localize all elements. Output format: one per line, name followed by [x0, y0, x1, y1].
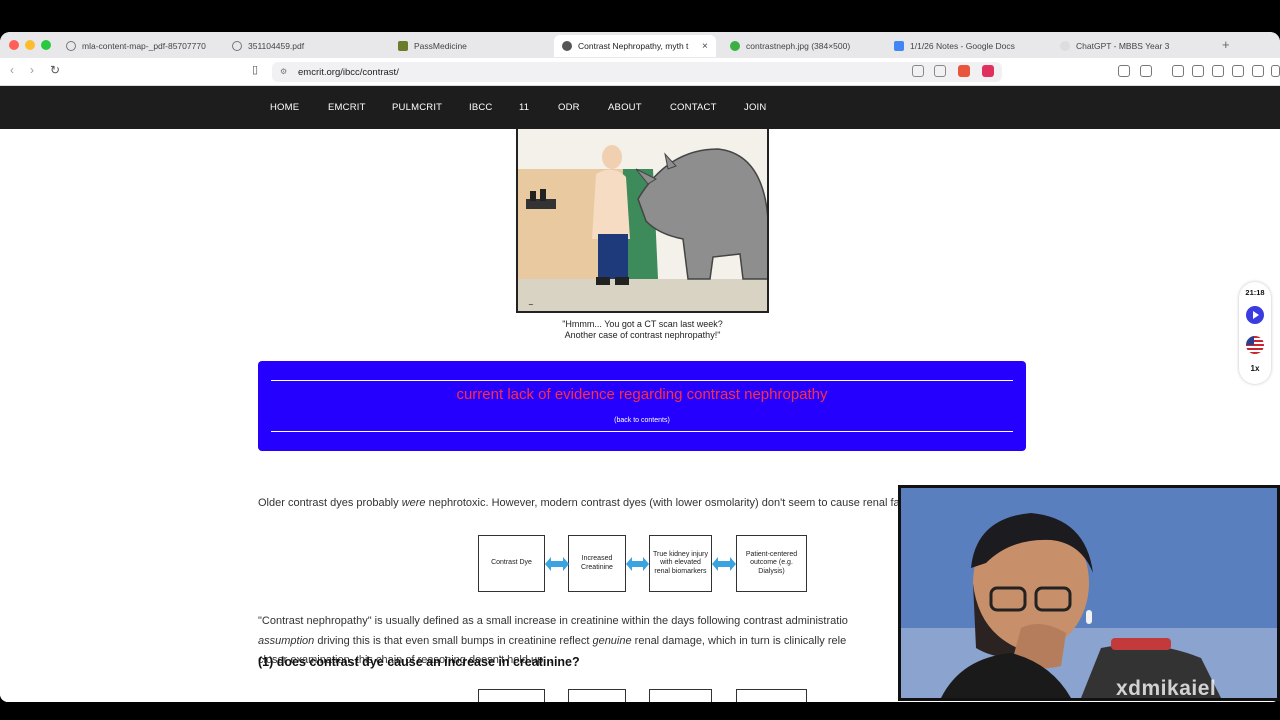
- body-emphasis-genuine: genuine: [592, 634, 632, 647]
- tab-passmedicine[interactable]: PassMedicine: [390, 35, 550, 57]
- emcrit-icon: [562, 41, 572, 51]
- screenshot-icon[interactable]: [1140, 65, 1152, 77]
- body-text: driving this is that even small bumps in…: [314, 634, 593, 647]
- wallet-icon[interactable]: [1212, 65, 1224, 77]
- channel-watermark: xdmikaiel: [1116, 677, 1217, 700]
- intro-paragraph: Older contrast dyes probably were nephro…: [258, 494, 923, 514]
- tab-title: PassMedicine: [414, 41, 467, 51]
- webcam-overlay: [898, 485, 1280, 701]
- banner-title: current lack of evidence regarding contr…: [456, 386, 828, 403]
- back-arrow-icon[interactable]: ‹: [10, 63, 14, 77]
- section-banner: current lack of evidence regarding contr…: [258, 361, 1026, 451]
- nav-home[interactable]: HOME: [270, 102, 328, 113]
- globe-icon: [232, 41, 242, 51]
- tab-title: 1/1/26 Notes - Google Docs: [910, 41, 1015, 51]
- leo-ai-icon[interactable]: [1232, 65, 1244, 77]
- flow-box-contrast-dye: Contrast Dye: [478, 535, 545, 592]
- address-toolbar: ‹ › ↻ ▯ ⚙ emcrit.org/ibcc/contrast/: [0, 58, 1280, 86]
- body-text: renal damage, which in turn is clinicall…: [631, 634, 847, 647]
- nav-ibcc[interactable]: IBCC: [469, 102, 519, 113]
- brave-rewards-icon[interactable]: [982, 65, 994, 77]
- caption-line-2: Another case of contrast nephropathy!": [564, 330, 721, 340]
- brave-shield-icon[interactable]: [958, 65, 970, 77]
- body-line-1: "Contrast nephropathy" is usually define…: [258, 615, 848, 627]
- tab-title: Contrast Nephropathy, myth t: [578, 41, 689, 51]
- us-flag-icon[interactable]: [1246, 336, 1264, 354]
- read-aloud-player: 21:18 1x: [1239, 282, 1271, 384]
- caption-line-1: "Hmmm... You got a CT scan last week?: [562, 319, 723, 329]
- svg-text:~: ~: [528, 301, 534, 309]
- body-emphasis-assumption: assumption: [258, 634, 315, 647]
- nav-11[interactable]: 11: [519, 102, 558, 113]
- banner-divider-bottom: [271, 431, 1013, 432]
- share-icon[interactable]: [934, 65, 946, 77]
- passmedicine-icon: [398, 41, 408, 51]
- player-time: 21:18: [1245, 288, 1265, 297]
- site-navigation: HOME EMCRIT PULMCRIT IBCC 11 ODR ABOUT C…: [0, 86, 1280, 129]
- rhino-doctor-illustration: ~: [518, 129, 767, 311]
- address-bar[interactable]: ⚙ emcrit.org/ibcc/contrast/: [272, 62, 1002, 82]
- nav-about[interactable]: ABOUT: [608, 102, 670, 113]
- tab-mla-content-map[interactable]: mla-content-map-_pdf-85707770: [58, 35, 218, 57]
- menu-icon[interactable]: [1271, 65, 1280, 77]
- tab-title: contrastneph.jpg (384×500): [746, 41, 851, 51]
- image-icon: [730, 41, 740, 51]
- cartoon-image: ~: [516, 129, 769, 313]
- flow-arrows: [545, 557, 736, 571]
- close-tab-icon[interactable]: ×: [702, 41, 708, 52]
- tab-contrastneph-jpg[interactable]: contrastneph.jpg (384×500): [722, 35, 882, 57]
- reload-icon[interactable]: ↻: [50, 63, 60, 77]
- banner-divider-top: [271, 380, 1013, 381]
- site-settings-icon[interactable]: ⚙: [280, 67, 287, 76]
- maximize-window-button[interactable]: [41, 40, 51, 50]
- close-window-button[interactable]: [9, 40, 19, 50]
- tab-contrast-nephropathy[interactable]: Contrast Nephropathy, myth t ×: [554, 35, 716, 57]
- body-line-2: assumption driving this is that even sma…: [258, 632, 898, 652]
- flow-box-partial: [568, 689, 626, 702]
- reader-icon[interactable]: [912, 65, 924, 77]
- nav-emcrit[interactable]: EMCRIT: [328, 102, 392, 113]
- vpn-icon[interactable]: [1252, 65, 1264, 77]
- tab-bar: mla-content-map-_pdf-85707770 351104459.…: [0, 32, 1280, 58]
- intro-emphasis: were: [401, 497, 426, 509]
- tab-pdf[interactable]: 351104459.pdf: [224, 35, 384, 57]
- nav-join[interactable]: JOIN: [744, 102, 784, 113]
- sidebar-icon[interactable]: [1192, 65, 1204, 77]
- tab-title: mla-content-map-_pdf-85707770: [82, 41, 206, 51]
- tab-chatgpt[interactable]: ChatGPT - MBBS Year 3: [1052, 35, 1212, 57]
- intro-text-1: Older contrast dyes probably: [258, 497, 402, 509]
- url-text: emcrit.org/ibcc/contrast/: [298, 66, 399, 78]
- tab-google-docs[interactable]: 1/1/26 Notes - Google Docs: [886, 35, 1046, 57]
- nav-contact[interactable]: CONTACT: [670, 102, 744, 113]
- nav-pulmcrit[interactable]: PULMCRIT: [392, 102, 469, 113]
- new-tab-button[interactable]: +: [1222, 37, 1230, 52]
- flow-box-partial: [478, 689, 545, 702]
- tab-title: ChatGPT - MBBS Year 3: [1076, 41, 1170, 51]
- minimize-window-button[interactable]: [25, 40, 35, 50]
- intro-text-2: nephrotoxic. However, modern contrast dy…: [425, 497, 924, 509]
- extensions-icon[interactable]: [1118, 65, 1130, 77]
- forward-arrow-icon[interactable]: ›: [30, 63, 34, 77]
- play-icon[interactable]: [1246, 306, 1264, 324]
- bookmark-icon[interactable]: ▯: [252, 63, 258, 76]
- person-webcam-feed: [901, 488, 1277, 698]
- flow-box-patient-outcome: Patient-centered outcome (e.g. Dialysis): [736, 535, 807, 592]
- chatgpt-icon: [1060, 41, 1070, 51]
- google-docs-icon: [894, 41, 904, 51]
- music-icon[interactable]: [1172, 65, 1184, 77]
- tab-title: 351104459.pdf: [248, 41, 305, 51]
- flow-box-partial: [649, 689, 712, 702]
- globe-icon: [66, 41, 76, 51]
- nav-odr[interactable]: ODR: [558, 102, 608, 113]
- section-heading: (1) does contrast dye cause an increase …: [258, 655, 580, 669]
- playback-speed[interactable]: 1x: [1239, 364, 1271, 373]
- flow-box-partial: [736, 689, 807, 702]
- back-to-contents-link[interactable]: (back to contents): [258, 417, 1026, 424]
- cartoon-caption: "Hmmm... You got a CT scan last week? An…: [520, 319, 765, 341]
